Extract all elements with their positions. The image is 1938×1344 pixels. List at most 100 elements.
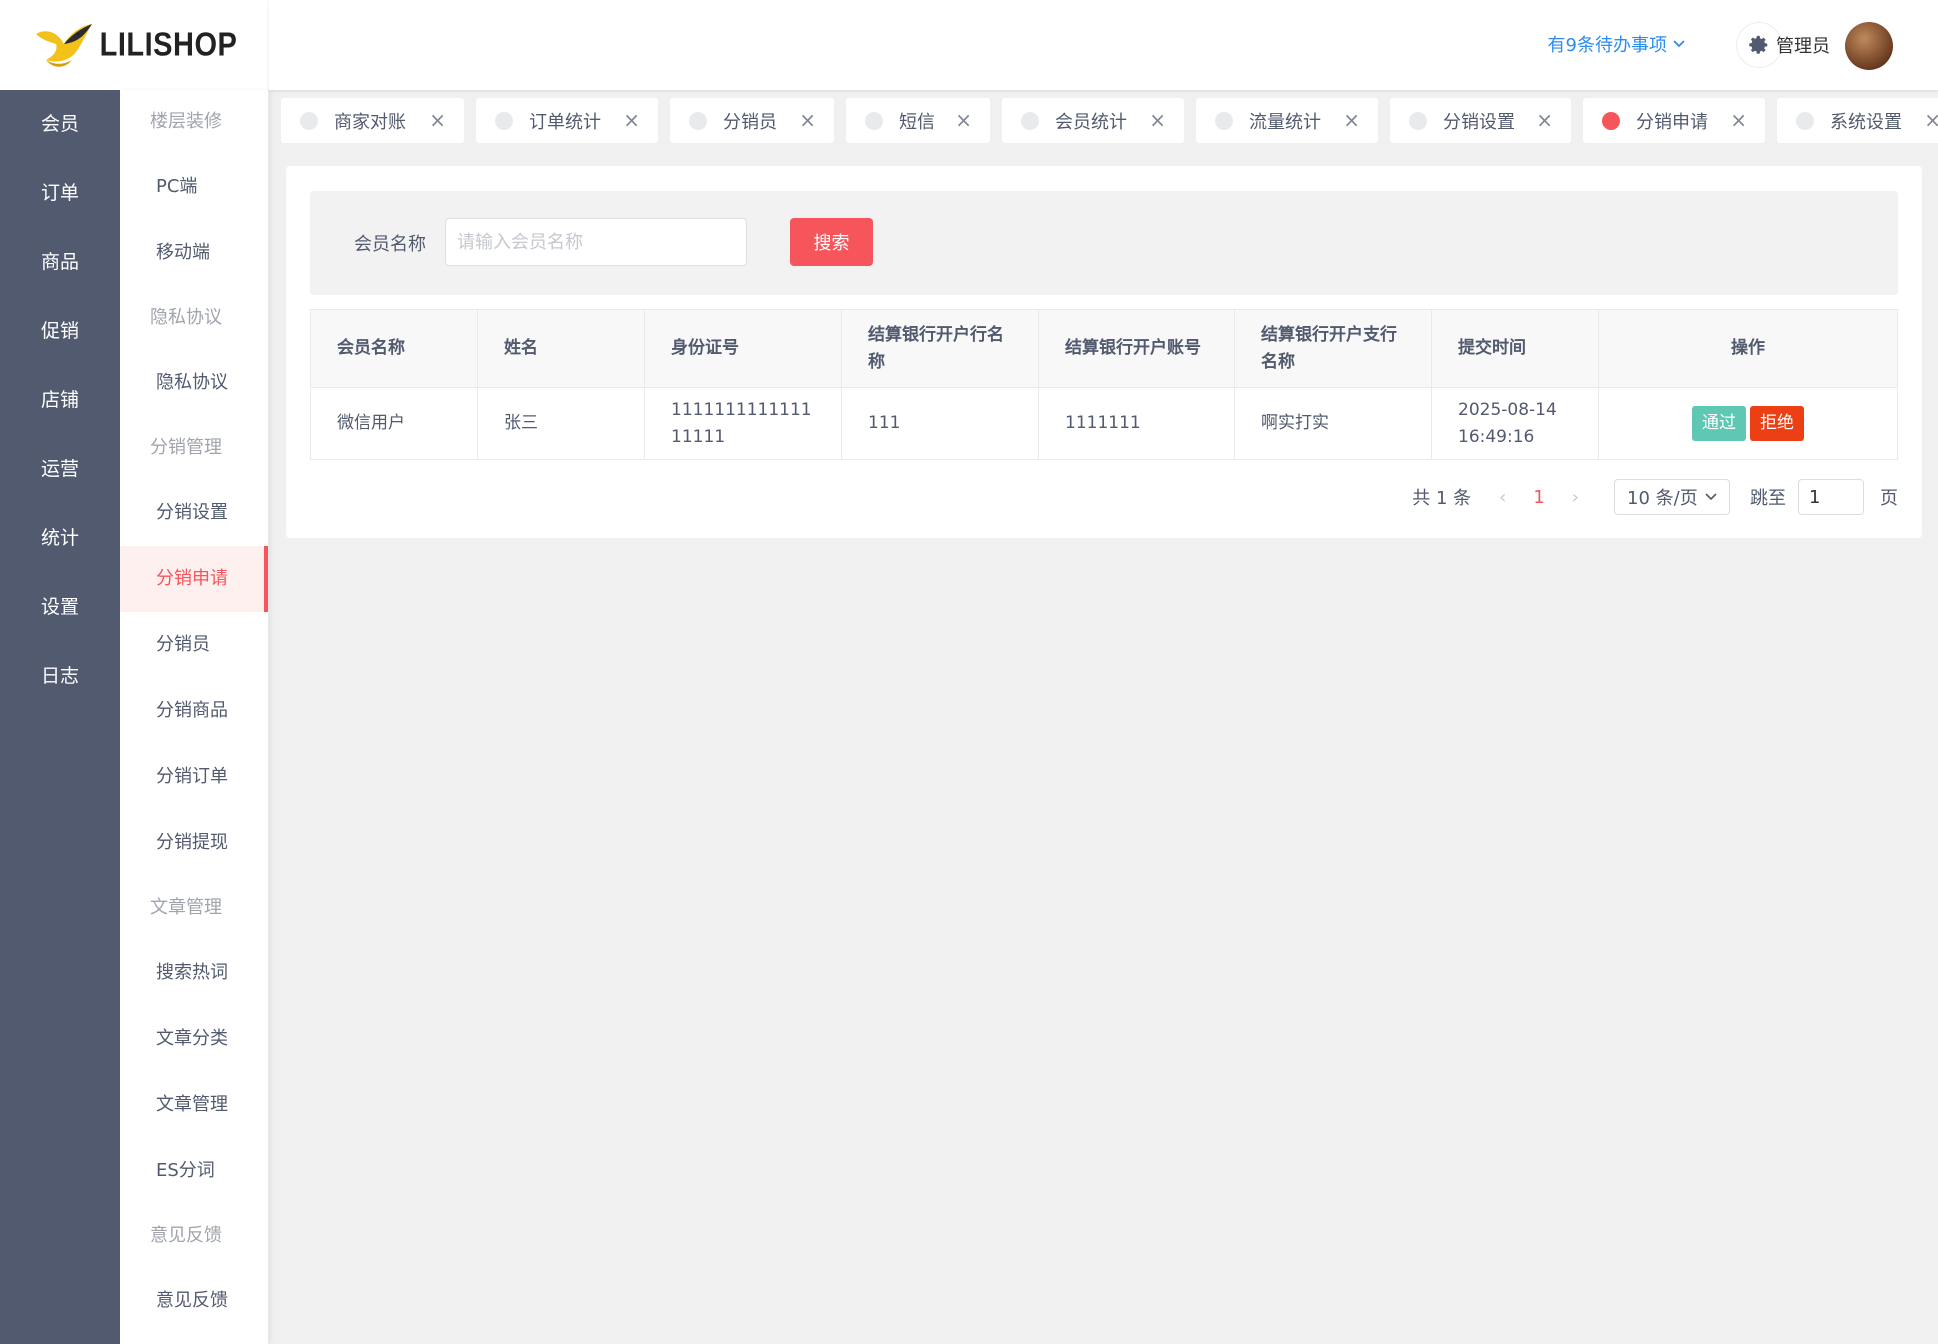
todo-dropdown[interactable]: 有9条待办事项 (1548, 31, 1685, 57)
logo[interactable]: LILISHOP (0, 0, 269, 90)
search-label: 会员名称 (354, 234, 426, 255)
tab-label: 分销申请 (1636, 111, 1708, 133)
total-count: 共 1 条 (1412, 488, 1472, 509)
next-page-icon[interactable]: › (1572, 487, 1579, 508)
submenu-item[interactable]: 分销员 (120, 612, 268, 678)
rail-item[interactable]: 日志 (0, 642, 120, 711)
submenu-item[interactable]: 分销商品 (120, 678, 268, 744)
col-bank: 结算银行开户行名称 (841, 309, 1039, 388)
rail-item[interactable]: 店铺 (0, 366, 120, 435)
col-member-name: 会员名称 (310, 309, 478, 388)
bird-logo-icon (35, 24, 92, 67)
col-submit-time: 提交时间 (1431, 309, 1599, 388)
submenu-item[interactable]: 分销提现 (120, 810, 268, 876)
submenu-item[interactable]: 文章分类 (120, 1006, 268, 1072)
logo-text: LILISHOP (99, 26, 238, 63)
close-icon[interactable]: × (799, 108, 816, 132)
table-row: 微信用户 张三 111111111111111111 111 1111111 啊… (310, 387, 1898, 460)
cell-bank: 111 (841, 387, 1039, 460)
close-icon[interactable]: × (1343, 108, 1360, 132)
submenu-item[interactable]: 分销订单 (120, 744, 268, 810)
tab-status-dot (1021, 111, 1039, 130)
col-id-card: 身份证号 (644, 309, 842, 388)
tab-status-dot (495, 111, 513, 130)
cell-account: 1111111 (1038, 387, 1235, 460)
tab-label: 商家对账 (334, 111, 406, 133)
submenu-item[interactable]: 文章管理 (120, 1072, 268, 1138)
submenu-item[interactable]: 分销申请 (120, 546, 268, 612)
tab[interactable]: 分销申请 × (1583, 98, 1765, 143)
cell-actions: 通过 拒绝 (1598, 387, 1898, 460)
close-icon[interactable]: × (955, 108, 972, 132)
avatar[interactable] (1845, 22, 1893, 70)
submenu-group-title: 分销管理 (150, 437, 222, 458)
rail-item[interactable]: 促销 (0, 297, 120, 366)
rail-item[interactable]: 商品 (0, 228, 120, 297)
tab[interactable]: 短信 × (846, 98, 990, 143)
submenu-item[interactable]: 分销设置 (120, 480, 268, 546)
close-icon[interactable]: × (1536, 108, 1553, 132)
close-icon[interactable]: × (623, 108, 640, 132)
tab[interactable]: 系统设置 × (1777, 98, 1938, 143)
prev-page-icon[interactable]: ‹ (1499, 487, 1506, 508)
tab-label: 短信 (899, 111, 935, 133)
tab[interactable]: 流量统计 × (1196, 98, 1378, 143)
chevron-down-icon (1705, 493, 1717, 501)
cell-id-card: 111111111111111111 (644, 387, 842, 460)
search-button[interactable]: 搜索 (790, 218, 873, 266)
tab-status-dot (1215, 111, 1233, 130)
pagination: 共 1 条 ‹ 1 › 10 条/页 跳至 页 (1412, 479, 1898, 515)
approve-button[interactable]: 通过 (1692, 406, 1746, 441)
tab-status-dot (1602, 111, 1620, 130)
tab-label: 流量统计 (1249, 111, 1321, 133)
tab[interactable]: 分销员 × (670, 98, 834, 143)
jump-label: 跳至 (1750, 488, 1786, 509)
applications-table: 会员名称 姓名 身份证号 结算银行开户行名称 结算银行开户账号 结算银行开户支行… (310, 309, 1898, 460)
cell-branch: 啊实打实 (1234, 387, 1432, 460)
tab-bar: 商家对账 × 订单统计 × 分销员 × 短信 × 会员统计 × 流量统计 × 分销设置 × 分销申请 × 系统设… (269, 90, 1938, 152)
col-actions: 操作 (1598, 309, 1898, 388)
page-number[interactable]: 1 (1533, 487, 1544, 508)
submenu-item[interactable]: 搜索热词 (120, 940, 268, 1006)
submenu-item[interactable]: 移动端 (120, 220, 268, 286)
close-icon[interactable]: × (1149, 108, 1166, 132)
close-icon[interactable]: × (429, 108, 446, 132)
col-branch: 结算银行开户支行名称 (1234, 309, 1432, 388)
close-icon[interactable]: × (1924, 108, 1938, 132)
col-account: 结算银行开户账号 (1038, 309, 1235, 388)
cell-name: 张三 (477, 387, 645, 460)
cell-submit-time: 2025-08-14 16:49:16 (1431, 387, 1599, 460)
user-name[interactable]: 管理员 (1776, 32, 1830, 58)
reject-button[interactable]: 拒绝 (1750, 406, 1804, 441)
tab-status-dot (865, 111, 883, 130)
page-size-select[interactable]: 10 条/页 (1614, 479, 1730, 515)
rail-item[interactable]: 订单 (0, 159, 120, 228)
table-header-row: 会员名称 姓名 身份证号 结算银行开户行名称 结算银行开户账号 结算银行开户支行… (310, 309, 1898, 388)
top-header: 有9条待办事项 管理员 (269, 0, 1938, 90)
cell-member-name: 微信用户 (310, 387, 478, 460)
jump-page-input[interactable] (1798, 479, 1864, 515)
submenu-item[interactable]: PC端 (120, 154, 268, 220)
member-name-input[interactable] (445, 218, 747, 266)
content-card: 会员名称 搜索 会员名称 姓名 身份证号 结算银行开户行名称 结算银行开户账号 … (286, 166, 1922, 538)
tab-label: 会员统计 (1055, 111, 1127, 133)
rail-item[interactable]: 设置 (0, 573, 120, 642)
tab[interactable]: 商家对账 × (281, 98, 464, 143)
submenu-item[interactable]: 隐私协议 (120, 350, 268, 416)
submenu-item[interactable]: ES分词 (120, 1138, 268, 1204)
submenu-item[interactable]: 意见反馈 (120, 1268, 268, 1334)
tab[interactable]: 分销设置 × (1390, 98, 1571, 143)
page-suffix: 页 (1880, 488, 1898, 509)
tab[interactable]: 订单统计 × (476, 98, 658, 143)
rail-item[interactable]: 统计 (0, 504, 120, 573)
tab-status-dot (689, 111, 707, 130)
submenu-group-title: 站内信 (120, 1334, 268, 1344)
tab[interactable]: 会员统计 × (1002, 98, 1184, 143)
tab-status-dot (1409, 111, 1427, 130)
rail-item[interactable]: 会员 (0, 90, 120, 159)
main-nav-rail: 会员 订单 商品 促销 店铺 运营 统计 设置 日志 (0, 90, 120, 1344)
close-icon[interactable]: × (1730, 108, 1747, 132)
submenu-group-title: 楼层装修 (150, 111, 222, 132)
rail-item[interactable]: 运营 (0, 435, 120, 504)
todo-label: 有9条待办事项 (1547, 35, 1667, 56)
